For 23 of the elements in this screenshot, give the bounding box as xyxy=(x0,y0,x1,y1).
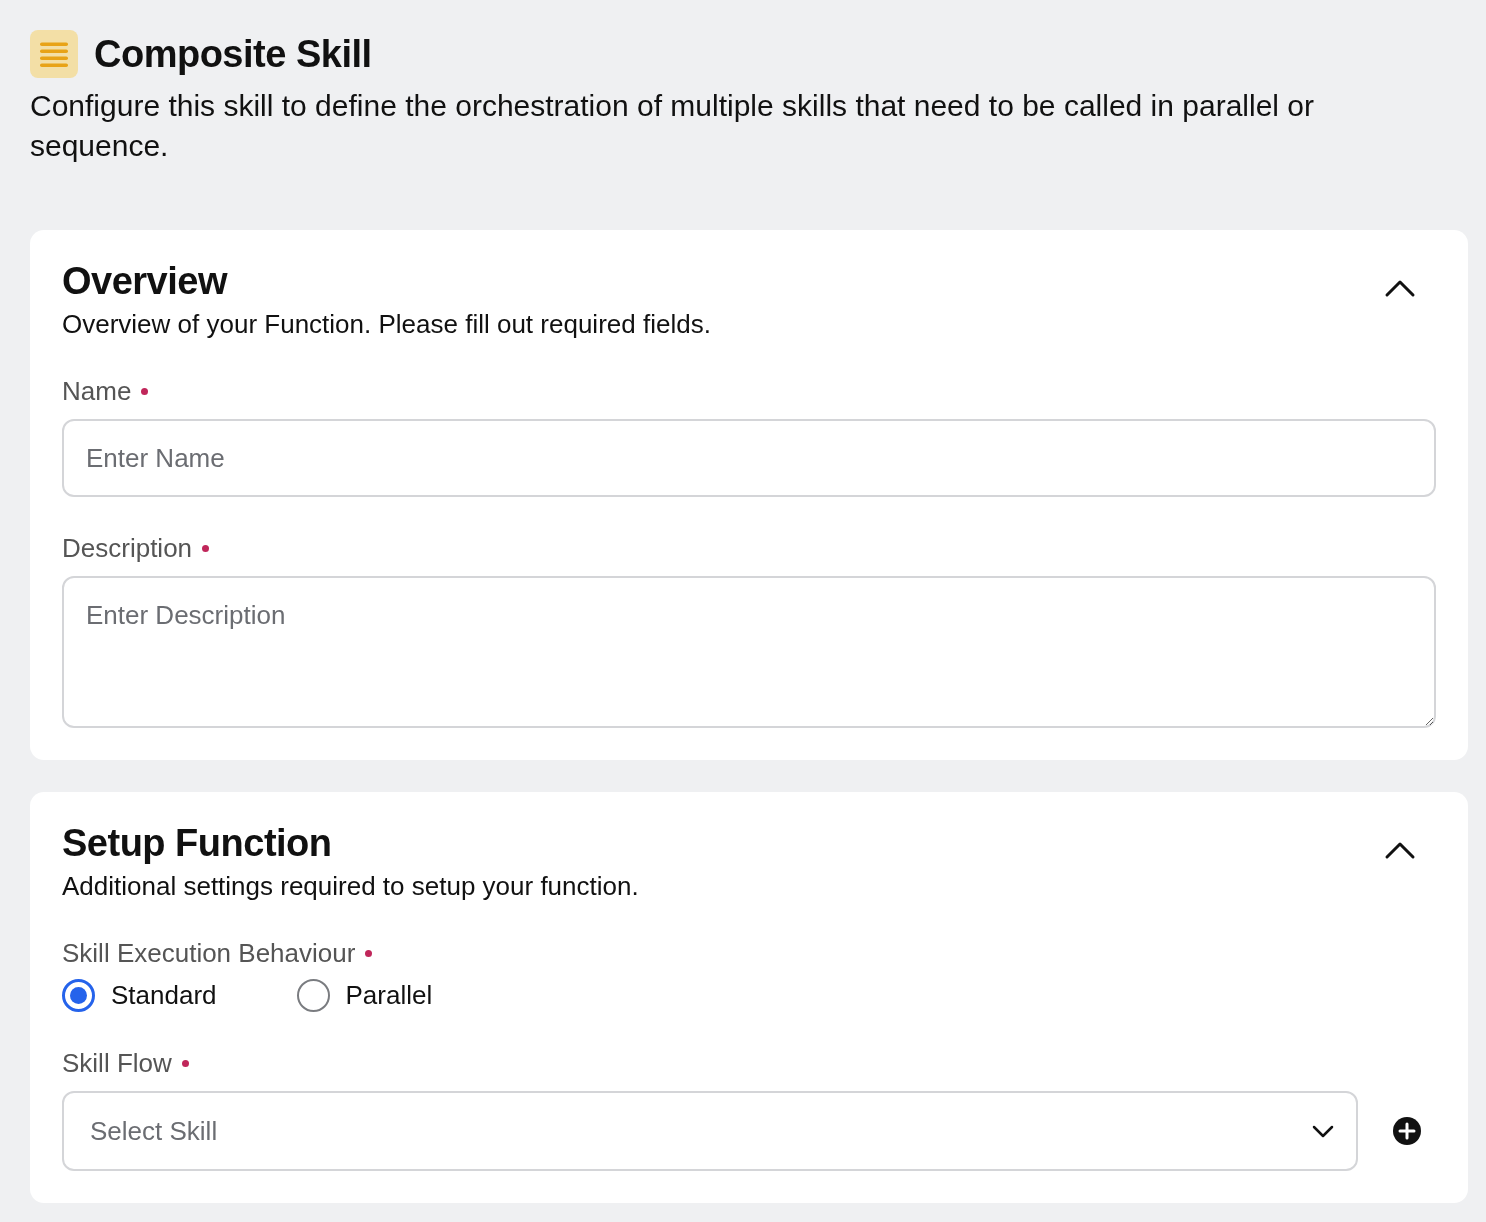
description-textarea[interactable]: Enter Description xyxy=(62,576,1436,728)
chevron-down-icon xyxy=(1312,1124,1334,1138)
chevron-up-icon xyxy=(1384,278,1416,298)
page-title: Composite Skill xyxy=(94,32,372,76)
section-subtitle: Additional settings required to setup your function. xyxy=(62,871,639,902)
radio-empty-icon[interactable] xyxy=(296,979,330,1012)
field-label: Skill Execution Behaviour xyxy=(62,938,356,969)
add-button[interactable] xyxy=(1392,1116,1422,1146)
name-input[interactable]: Enter Name xyxy=(62,419,1436,497)
field-label: Name xyxy=(62,376,132,407)
field-label: Skill Flow xyxy=(62,1048,172,1079)
skill-select[interactable]: Select Skill xyxy=(62,1091,1358,1171)
section-subtitle: Overview of your Function. Please fill out required fields. xyxy=(62,309,711,340)
section-title: Overview xyxy=(62,260,229,303)
radio-option[interactable]: Parallel xyxy=(296,979,433,1012)
list-icon xyxy=(30,30,78,78)
field-label: Description xyxy=(62,533,193,564)
chevron-up-icon xyxy=(1384,840,1416,860)
page-description: Configure this skill to define the orchestration of multiple skills that need to be called in parallel or sequence. xyxy=(30,88,1316,164)
plus-circle-icon xyxy=(1392,1116,1422,1146)
section-title: Setup Function xyxy=(62,822,333,865)
radio-option[interactable]: Standard xyxy=(62,979,217,1012)
radio-selected-icon[interactable] xyxy=(62,979,95,1012)
